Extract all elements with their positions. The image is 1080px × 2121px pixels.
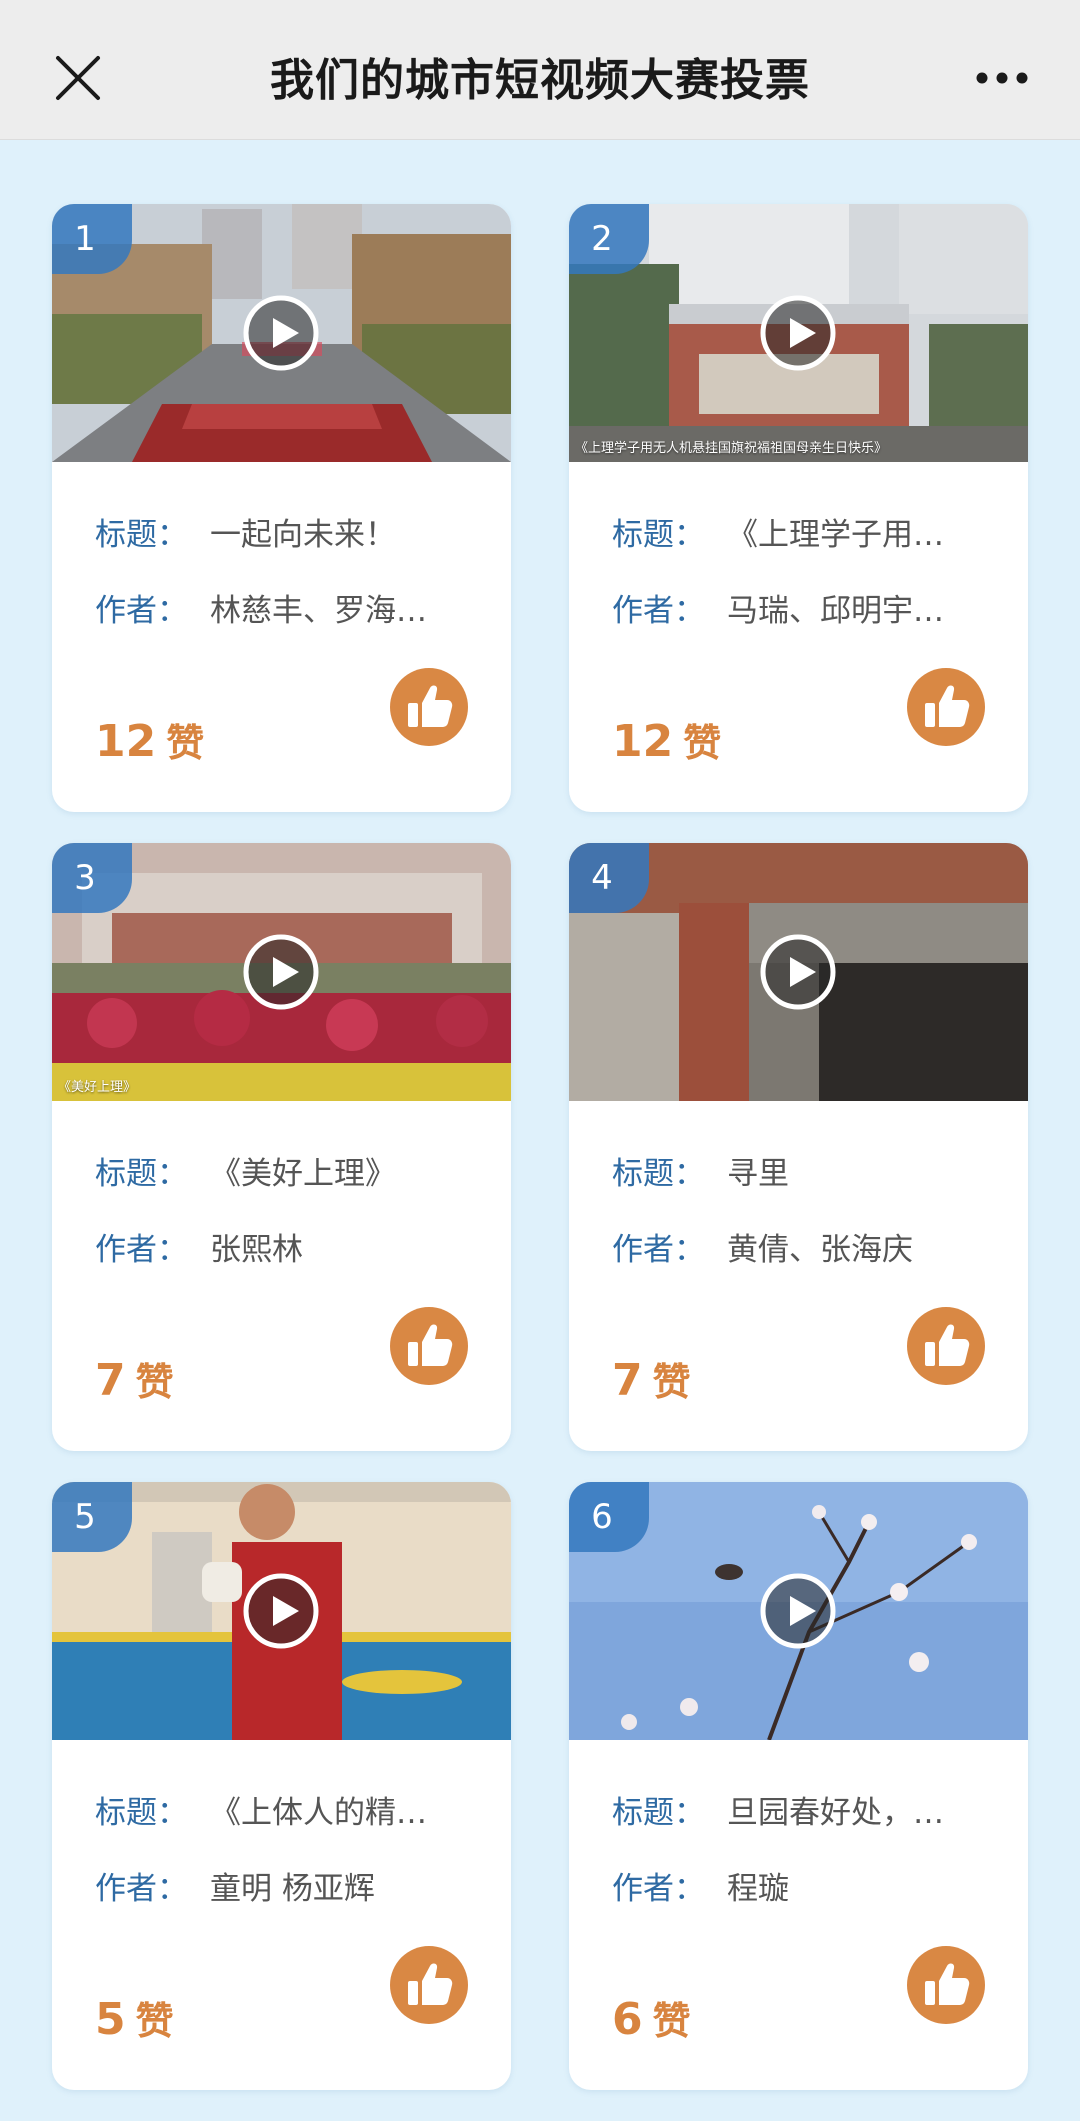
title-row: 标题： 旦园春好处，… [612,1787,944,1832]
video-title: 一起向未来！ [210,517,396,553]
author-row: 作者： 马瑞、邱明宇… [612,585,944,630]
like-count: 5赞 [95,1994,174,2045]
video-card: 4 标题： 寻里 作者： 黄倩、张海庆 7赞 [569,843,1028,1451]
thumbs-up-icon [408,1963,453,2005]
rank-badge: 2 [569,204,649,274]
video-author: 童明 杨亚辉 [210,1871,375,1907]
author-label: 作者： [612,593,705,629]
thumbs-up-icon [408,685,453,727]
title-label: 标题： [612,517,705,553]
play-icon[interactable] [242,933,320,1011]
like-button[interactable] [390,1307,468,1385]
author-label: 作者： [95,1232,188,1268]
video-thumbnail[interactable]: 3 《美好上理》 [52,843,511,1101]
like-button[interactable] [907,668,985,746]
video-card: 3 《美好上理》 标题： 《美好上理》 作者： 张熙林 7赞 [52,843,511,1451]
like-count: 6赞 [612,1994,691,2045]
title-label: 标题： [95,1156,188,1192]
video-thumbnail[interactable]: 2 《上理学子用无人机悬挂国旗祝福祖国母亲生日快乐》 [569,204,1028,462]
video-thumbnail[interactable]: 5 [52,1482,511,1740]
video-card: 5 标题： 《上体人的精… 作者： 童明 杨亚辉 5赞 [52,1482,511,2090]
video-author: 林慈丰、罗海… [210,593,427,629]
more-dots-icon [976,72,1028,84]
like-count: 12 赞 [95,716,205,767]
rank-badge: 3 [52,843,132,913]
title-label: 标题： [612,1795,705,1831]
play-icon[interactable] [242,294,320,372]
thumbs-up-icon [925,685,970,727]
author-label: 作者： [95,1871,188,1907]
play-icon[interactable] [759,933,837,1011]
video-title: 《上理学子用… [727,517,944,553]
author-label: 作者： [95,593,188,629]
author-label: 作者： [612,1871,705,1907]
video-thumbnail[interactable]: 1 [52,204,511,462]
thumbs-up-icon [925,1324,970,1366]
title-row: 标题： 一起向未来！ [95,509,396,554]
title-row: 标题： 寻里 [612,1148,789,1193]
author-row: 作者： 童明 杨亚辉 [95,1863,375,1908]
like-count: 7赞 [95,1355,174,1406]
play-icon[interactable] [759,1572,837,1650]
thumbs-up-icon [925,1963,970,2005]
video-title: 旦园春好处，… [727,1795,944,1831]
title-label: 标题： [95,517,188,553]
video-card: 2 《上理学子用无人机悬挂国旗祝福祖国母亲生日快乐》 标题： 《上理学子用… 作… [569,204,1028,812]
video-title: 《美好上理》 [210,1156,396,1192]
like-count: 12 赞 [612,716,722,767]
title-row: 标题： 《上体人的精… [95,1787,427,1832]
video-card: 1 标题： 一起向未来！ 作者： 林慈丰、罗海… 12 赞 [52,204,511,812]
like-button[interactable] [907,1307,985,1385]
author-row: 作者： 程璇 [612,1863,789,1908]
close-button[interactable] [50,50,106,106]
author-label: 作者： [612,1232,705,1268]
top-bar: 我们的城市短视频大赛投票 [0,0,1080,140]
like-button[interactable] [907,1946,985,2024]
video-thumbnail[interactable]: 4 [569,843,1028,1101]
video-author: 张熙林 [210,1232,303,1268]
more-button[interactable] [974,60,1030,96]
title-label: 标题： [612,1156,705,1192]
rank-badge: 6 [569,1482,649,1552]
play-icon[interactable] [759,294,837,372]
page-title: 我们的城市短视频大赛投票 [270,55,810,106]
video-grid: 1 标题： 一起向未来！ 作者： 林慈丰、罗海… 12 赞 2 《上理学子用无人… [52,204,1028,2090]
video-card: 6 标题： 旦园春好处，… 作者： 程璇 6赞 [569,1482,1028,2090]
author-row: 作者： 张熙林 [95,1224,303,1269]
video-author: 黄倩、张海庆 [727,1232,913,1268]
title-row: 标题： 《美好上理》 [95,1148,396,1193]
title-row: 标题： 《上理学子用… [612,509,944,554]
title-label: 标题： [95,1795,188,1831]
rank-badge: 5 [52,1482,132,1552]
close-icon [56,56,100,100]
like-button[interactable] [390,668,468,746]
author-row: 作者： 黄倩、张海庆 [612,1224,913,1269]
thumbs-up-icon [408,1324,453,1366]
rank-badge: 1 [52,204,132,274]
video-author: 马瑞、邱明宇… [727,593,944,629]
video-caption: 《美好上理》 [58,1080,137,1095]
video-title: 寻里 [727,1156,789,1192]
video-author: 程璇 [727,1871,789,1907]
like-count: 7赞 [612,1355,691,1406]
video-thumbnail[interactable]: 6 [569,1482,1028,1740]
video-caption: 《上理学子用无人机悬挂国旗祝福祖国母亲生日快乐》 [575,441,888,456]
like-button[interactable] [390,1946,468,2024]
play-icon[interactable] [242,1572,320,1650]
author-row: 作者： 林慈丰、罗海… [95,585,427,630]
rank-badge: 4 [569,843,649,913]
video-title: 《上体人的精… [210,1795,427,1831]
